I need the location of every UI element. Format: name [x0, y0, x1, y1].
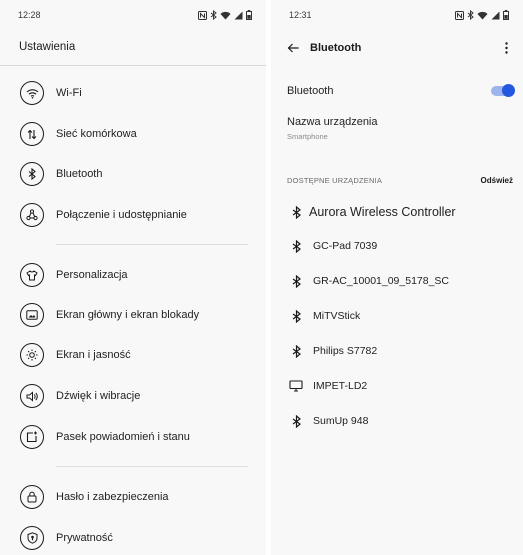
lock-icon	[20, 485, 44, 509]
device-name: SumUp 948	[313, 415, 369, 427]
settings-item-label: Hasło i zabezpieczenia	[56, 491, 169, 503]
bluetooth-status-icon	[467, 10, 474, 20]
nfc-icon	[198, 10, 207, 20]
device-name-label: Nazwa urządzenia	[287, 116, 378, 128]
home-screen-icon	[20, 303, 44, 327]
nfc-icon	[455, 10, 464, 20]
bluetooth-toggle-row[interactable]: Bluetooth	[271, 78, 523, 104]
bluetooth-toggle-label: Bluetooth	[287, 85, 334, 97]
bluetooth-icon	[288, 238, 304, 254]
refresh-button[interactable]: Odśwież	[481, 176, 513, 185]
privacy-icon	[20, 526, 44, 550]
settings-item-sound-vibration[interactable]: Dźwięk i wibracje	[0, 379, 266, 413]
header-divider	[0, 65, 266, 66]
device-item[interactable]: SumUp 948	[271, 406, 523, 436]
page-title: Ustawienia	[19, 41, 76, 53]
settings-item-label: Ekran główny i ekran blokady	[56, 309, 200, 321]
status-time: 12:28	[18, 10, 41, 20]
available-devices-header: DOSTĘPNE URZĄDZENIA Odśwież	[287, 176, 513, 185]
settings-item-label: Prywatność	[56, 532, 113, 544]
device-item[interactable]: Philips S7782	[271, 336, 523, 366]
device-name: GR-AC_10001_09_5178_SC	[313, 275, 450, 287]
device-item[interactable]: Aurora Wireless Controller	[271, 197, 523, 227]
settings-item-label: Bluetooth	[56, 168, 103, 180]
bluetooth-switch[interactable]	[491, 84, 515, 97]
settings-item-mobile-network[interactable]: Sieć komórkowa	[0, 117, 266, 151]
device-name-setting[interactable]: Nazwa urządzenia Smartphone	[287, 116, 378, 141]
brightness-icon	[20, 343, 44, 367]
bluetooth-icon	[288, 273, 304, 289]
device-name: GC-Pad 7039	[313, 240, 378, 252]
bluetooth-icon	[288, 413, 304, 429]
wifi-status-icon	[220, 11, 231, 19]
device-item[interactable]: IMPET-LD2	[271, 371, 523, 401]
signal-icon	[234, 11, 243, 19]
more-options-icon[interactable]	[499, 40, 513, 56]
device-name-value: Smartphone	[287, 132, 328, 141]
signal-icon	[491, 11, 500, 19]
notification-icon	[20, 425, 44, 449]
switch-knob	[502, 84, 515, 97]
settings-item-privacy[interactable]: Prywatność	[0, 521, 266, 555]
group-divider	[56, 244, 248, 245]
settings-item-label: Dźwięk i wibracje	[56, 390, 141, 402]
bluetooth-icon	[20, 162, 44, 186]
bluetooth-icon	[288, 204, 304, 220]
status-time: 12:31	[289, 10, 312, 20]
bluetooth-icon	[288, 308, 304, 324]
settings-item-label: Personalizacja	[56, 269, 128, 281]
device-name: Philips S7782	[313, 345, 378, 357]
settings-item-label: Ekran i jasność	[56, 349, 131, 361]
bluetooth-status-icon	[210, 10, 217, 20]
computer-icon	[288, 378, 304, 394]
bluetooth-icon	[288, 343, 304, 359]
battery-icon	[246, 10, 252, 20]
settings-item-connection-sharing[interactable]: Połączenie i udostępnianie	[0, 198, 266, 232]
mobile-data-icon	[20, 122, 44, 146]
device-item[interactable]: GR-AC_10001_09_5178_SC	[271, 266, 523, 296]
group-divider	[56, 466, 248, 467]
settings-screen: 12:28 Ustawienia Wi-Fi Sieć komórkowa Bl…	[0, 0, 266, 555]
settings-item-personalization[interactable]: Personalizacja	[0, 258, 266, 292]
wifi-icon	[20, 81, 44, 105]
device-name: IMPET-LD2	[313, 380, 368, 392]
device-name: MiTVStick	[313, 310, 361, 322]
device-item[interactable]: MiTVStick	[271, 301, 523, 331]
device-item[interactable]: GC-Pad 7039	[271, 231, 523, 261]
app-bar: Bluetooth	[271, 30, 523, 66]
status-bar: 12:31	[271, 0, 523, 30]
status-bar: 12:28	[0, 0, 266, 30]
volume-icon	[20, 384, 44, 408]
back-arrow-icon[interactable]	[285, 40, 301, 56]
settings-item-notification-bar[interactable]: Pasek powiadomień i stanu	[0, 420, 266, 454]
status-icons	[455, 10, 509, 20]
battery-icon	[503, 10, 509, 20]
settings-item-display-brightness[interactable]: Ekran i jasność	[0, 338, 266, 372]
share-icon	[20, 203, 44, 227]
bluetooth-screen: 12:31 Bluetooth Bluetooth Nazwa urządzen…	[271, 0, 523, 555]
section-header-label: DOSTĘPNE URZĄDZENIA	[287, 176, 383, 185]
shirt-icon	[20, 263, 44, 287]
settings-item-password-security[interactable]: Hasło i zabezpieczenia	[0, 480, 266, 514]
settings-item-home-lock-screen[interactable]: Ekran główny i ekran blokady	[0, 298, 266, 332]
device-name: Aurora Wireless Controller	[309, 205, 456, 219]
settings-item-label: Połączenie i udostępnianie	[56, 209, 187, 221]
page-title: Bluetooth	[310, 42, 362, 54]
settings-item-label: Pasek powiadomień i stanu	[56, 431, 190, 443]
settings-item-label: Sieć komórkowa	[56, 128, 137, 140]
settings-item-label: Wi-Fi	[56, 87, 82, 99]
settings-item-wifi[interactable]: Wi-Fi	[0, 76, 266, 110]
wifi-status-icon	[477, 11, 488, 19]
settings-item-bluetooth[interactable]: Bluetooth	[0, 157, 266, 191]
status-icons	[198, 10, 252, 20]
